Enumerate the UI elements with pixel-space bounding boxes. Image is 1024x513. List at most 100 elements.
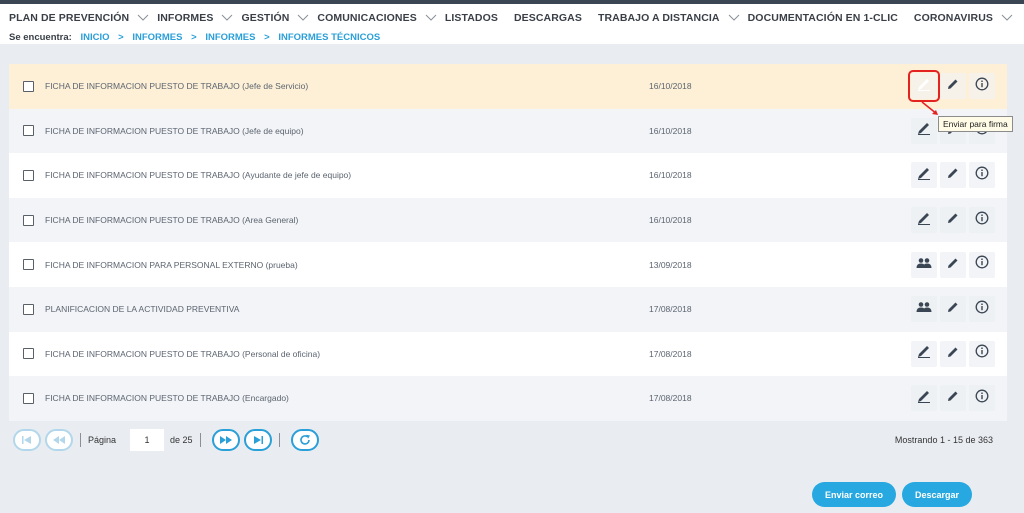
send-for-signature-button[interactable] <box>911 207 937 234</box>
nav-item-label: CORONAVIRUS <box>913 12 993 24</box>
refresh-icon <box>299 434 310 445</box>
nav-item-label: GESTIÓN <box>241 12 290 24</box>
edit-button[interactable] <box>940 73 966 100</box>
send-for-signature-button[interactable] <box>911 162 937 189</box>
nav-item[interactable]: DESCARGAS <box>514 12 582 24</box>
nav-item[interactable]: INFORMES <box>157 12 241 24</box>
edit-button[interactable] <box>940 296 966 323</box>
info-button[interactable] <box>969 385 995 412</box>
row-date: 16/10/2018 <box>649 81 692 92</box>
row-checkbox[interactable] <box>23 80 34 92</box>
results-count: Mostrando 1 - 15 de 363 <box>894 435 993 445</box>
info-icon <box>975 255 989 274</box>
row-title: FICHA DE INFORMACION PUESTO DE TRABAJO (… <box>45 348 321 359</box>
row-actions <box>911 162 995 189</box>
nav-item[interactable]: CORONAVIRUS <box>914 12 1021 24</box>
pager-divider <box>199 433 201 447</box>
row-date: 16/10/2018 <box>649 215 692 226</box>
nav-item[interactable]: GESTIÓN <box>241 12 317 24</box>
table-row[interactable]: FICHA DE INFORMACION PUESTO DE TRABAJO (… <box>9 376 1007 421</box>
info-button[interactable] <box>969 251 995 278</box>
nav-item[interactable]: PLAN DE PREVENCIÓN <box>9 12 157 24</box>
info-button[interactable] <box>969 296 995 323</box>
breadcrumb-informes-tecnicos[interactable]: INFORMES TÉCNICOS <box>278 32 380 43</box>
reports-table: FICHA DE INFORMACION PUESTO DE TRABAJO (… <box>9 64 1007 421</box>
chevron-down-icon <box>297 13 311 23</box>
pager-divider <box>80 433 81 447</box>
table-row[interactable]: FICHA DE INFORMACION PUESTO DE TRABAJO (… <box>9 108 1007 154</box>
breadcrumb-inicio[interactable]: INICIO <box>80 32 109 43</box>
rewind-icon <box>53 436 65 444</box>
chevron-down-icon <box>1001 13 1015 23</box>
row-actions <box>911 296 995 323</box>
prev-page-button[interactable] <box>45 429 73 451</box>
header: PLAN DE PREVENCIÓN INFORMES GESTIÓN COMUNIC… <box>0 4 1024 44</box>
table-row[interactable]: FICHA DE INFORMACION PUESTO DE TRABAJO (… <box>9 64 1007 109</box>
breadcrumb-separator: > <box>118 32 124 43</box>
breadcrumb-label: Se encuentra: <box>9 32 72 43</box>
last-page-icon <box>253 436 263 444</box>
row-title: FICHA DE INFORMACION PUESTO DE TRABAJO (… <box>45 215 299 226</box>
breadcrumb-informes[interactable]: INFORMES <box>132 32 182 43</box>
row-date: 16/10/2018 <box>649 125 692 136</box>
row-title: FICHA DE INFORMACION PUESTO DE TRABAJO (… <box>45 81 309 92</box>
chevron-down-icon <box>137 13 151 23</box>
external-staff-button[interactable] <box>911 251 937 278</box>
info-button[interactable] <box>969 73 995 100</box>
table-row[interactable]: FICHA DE INFORMACION PUESTO DE TRABAJO (… <box>9 197 1007 243</box>
row-checkbox[interactable] <box>23 169 34 181</box>
nav-item-label: DOCUMENTACIÓN EN 1-CLIC <box>747 12 898 24</box>
nav-item[interactable]: COMUNICACIONES <box>317 12 444 24</box>
first-page-button[interactable] <box>13 429 41 451</box>
row-checkbox[interactable] <box>23 125 34 137</box>
table-row[interactable]: FICHA DE INFORMACION PARA PERSONAL EXTER… <box>9 242 1007 287</box>
row-title: FICHA DE INFORMACION PUESTO DE TRABAJO (… <box>45 170 352 181</box>
page-input[interactable] <box>130 429 165 451</box>
refresh-button[interactable] <box>290 429 319 451</box>
row-checkbox[interactable] <box>23 259 34 271</box>
last-page-button[interactable] <box>243 429 272 451</box>
edit-button[interactable] <box>940 340 966 367</box>
info-icon <box>975 344 989 363</box>
row-title: FICHA DE INFORMACION PUESTO DE TRABAJO (… <box>45 393 289 404</box>
chevron-down-icon <box>221 13 235 23</box>
row-checkbox[interactable] <box>23 214 34 226</box>
row-title: FICHA DE INFORMACION PARA PERSONAL EXTER… <box>45 259 298 270</box>
pencil-icon <box>947 211 959 229</box>
table-row[interactable]: FICHA DE INFORMACION PUESTO DE TRABAJO (… <box>9 331 1007 377</box>
edit-button[interactable] <box>940 385 966 412</box>
nav-item[interactable]: LISTADOS <box>445 12 498 24</box>
send-for-signature-button[interactable] <box>911 117 937 144</box>
table-row[interactable]: PLANIFICACION DE LA ACTIVIDAD PREVENTIVA… <box>9 286 1007 332</box>
edit-button[interactable] <box>940 162 966 189</box>
people-icon <box>916 300 932 318</box>
sign-icon <box>916 77 932 96</box>
fast-forward-icon <box>219 436 232 444</box>
edit-button[interactable] <box>940 207 966 234</box>
nav-item[interactable]: DOCUMENTACIÓN EN 1-CLIC <box>748 12 898 24</box>
row-actions <box>911 385 995 412</box>
info-button[interactable] <box>969 340 995 367</box>
send-for-signature-button[interactable] <box>911 385 937 412</box>
info-button[interactable] <box>969 207 995 234</box>
send-for-signature-button[interactable] <box>911 340 937 367</box>
send-for-signature-button[interactable] <box>908 70 940 103</box>
next-page-button[interactable] <box>211 429 240 451</box>
external-staff-button[interactable] <box>911 296 937 323</box>
row-date: 17/08/2018 <box>649 304 692 315</box>
pencil-icon <box>947 345 959 363</box>
pencil-icon <box>947 256 959 274</box>
edit-button[interactable] <box>940 251 966 278</box>
row-date: 16/10/2018 <box>649 170 692 181</box>
row-checkbox[interactable] <box>23 348 34 360</box>
breadcrumb: Se encuentra: INICIO > INFORMES > INFORM… <box>9 32 380 43</box>
breadcrumb-informes-2[interactable]: INFORMES <box>205 32 255 43</box>
pencil-icon <box>947 166 959 184</box>
row-checkbox[interactable] <box>23 392 34 404</box>
nav-item[interactable]: TRABAJO A DISTANCIA <box>598 12 748 24</box>
info-button[interactable] <box>969 162 995 189</box>
send-mail-button[interactable]: Enviar correo <box>812 482 896 507</box>
row-checkbox[interactable] <box>23 303 34 315</box>
download-button[interactable]: Descargar <box>902 482 972 507</box>
table-row[interactable]: FICHA DE INFORMACION PUESTO DE TRABAJO (… <box>9 153 1007 198</box>
